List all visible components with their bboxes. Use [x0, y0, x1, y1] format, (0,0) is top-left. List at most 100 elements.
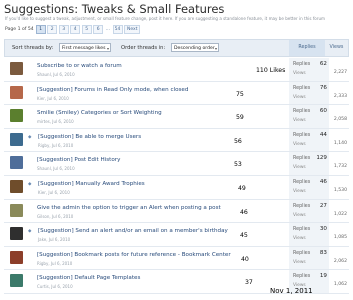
replies-label: Replies [293, 85, 311, 91]
replies-cell: Replies 30 [289, 223, 329, 246]
replies-column-header[interactable]: Replies [289, 40, 325, 56]
replies-label: Replies [293, 227, 311, 233]
likes-count: 45 [240, 232, 248, 240]
thread-title[interactable]: Subscribe to or watch a forum [37, 63, 122, 69]
page-link-4[interactable]: 4 [70, 25, 81, 34]
replies-cell: Replies 76 [289, 81, 329, 105]
replies-label: Replies [293, 132, 311, 138]
page-link-3[interactable]: 3 [58, 25, 69, 34]
sort-select[interactable]: First message likes ▾ [59, 43, 111, 52]
views-count: 2,058 [333, 117, 347, 123]
replies-count: 30 [319, 226, 327, 233]
thread-row[interactable]: [Suggestion] Forums in Read Only mode, w… [4, 81, 349, 106]
order-label: Order threads in: [121, 45, 166, 51]
likes-count: 53 [234, 161, 242, 169]
likes-count: 75 [236, 90, 244, 98]
views-count: 1,022 [333, 211, 347, 217]
chevron-down-icon: ▾ [214, 46, 217, 51]
sticky-icon: ◆ [28, 229, 32, 235]
page-title: Suggestions: Tweaks & Small Features [4, 2, 225, 16]
sticky-icon: ◆ [28, 181, 32, 187]
avatar[interactable] [10, 132, 23, 146]
thread-row[interactable]: [Suggestion] Post Edit History Shaunl, Ju… [4, 152, 349, 176]
replies-cell: Replies 62 [289, 58, 329, 81]
avatar[interactable] [10, 85, 23, 99]
page-count-label: Page 1 of 54 [5, 27, 34, 32]
thread-title[interactable]: Give the admin the option to trigger an … [37, 205, 221, 211]
sort-select-value: First message likes [62, 46, 106, 51]
replies-label: Replies [293, 156, 311, 162]
thread-title[interactable]: [Suggestion] Default Page Templates [37, 275, 140, 281]
thread-row[interactable]: Subscribe to or watch a forum Shaunl, Jul… [4, 58, 349, 82]
replies-count: 19 [319, 273, 327, 280]
thread-meta: Gilson, Jul 6, 2010 [37, 213, 74, 219]
thread-title[interactable]: [Suggestion] Manually Award Trophies [38, 181, 145, 187]
views-count: 2,333 [333, 93, 347, 99]
page-link-1[interactable]: 1 [35, 25, 46, 34]
views-label: Views [293, 165, 306, 171]
thread-row[interactable]: ◆ [Suggestion] Be able to merge Users Rigb… [4, 128, 349, 153]
thread-title[interactable]: [Suggestion] Post Edit History [37, 157, 120, 163]
replies-label: Replies [293, 62, 311, 67]
forum-description: If you'd like to suggest a tweak, adjust… [5, 16, 326, 21]
likes-count: 49 [238, 184, 246, 192]
avatar[interactable] [10, 227, 23, 241]
thread-meta: Curtis, Jul 6, 2010 [37, 284, 73, 290]
thread-title[interactable]: [Suggestion] Bookmark posts for future r… [37, 252, 231, 258]
avatar[interactable] [10, 203, 23, 217]
replies-count: 44 [319, 131, 327, 138]
thread-list: Subscribe to or watch a forum Shaunl, Jul… [4, 58, 349, 294]
thread-title[interactable]: [Suggestion] Forums in Read Only mode, w… [37, 87, 188, 93]
likes-count: 59 [236, 114, 244, 122]
views-count: 2,062 [333, 258, 347, 264]
thread-meta: Jake, Jul 6, 2010 [38, 237, 71, 243]
views-label: Views [293, 94, 306, 100]
thread-meta: Rigby, Jul 6, 2010 [38, 142, 74, 148]
page-link-6[interactable]: 6 [93, 25, 104, 34]
replies-count: 76 [319, 84, 327, 91]
views-count: 1,530 [333, 187, 347, 193]
avatar[interactable] [10, 62, 23, 75]
thread-title[interactable]: [Suggestion] Be able to merge Users [38, 134, 141, 140]
thread-meta: Shaunl, Jul 6, 2010 [37, 72, 75, 77]
avatar[interactable] [10, 179, 23, 193]
replies-count: 83 [319, 249, 327, 256]
views-count: 1,062 [333, 282, 347, 288]
views-count: 1,732 [333, 164, 347, 170]
thread-row[interactable]: Give the admin the option to trigger an … [4, 199, 349, 224]
page-link-last[interactable]: 54 [112, 25, 123, 34]
replies-cell: Replies 44 [289, 128, 329, 152]
thread-meta: Kier, Jul 6, 2010 [38, 189, 70, 195]
views-count: 1,140 [333, 140, 347, 146]
chevron-down-icon: ▾ [106, 46, 109, 51]
avatar[interactable] [10, 109, 23, 123]
thread-title[interactable]: [Suggestion] Send an alert and/or an ema… [38, 228, 228, 234]
likes-count: 56 [234, 137, 242, 145]
thread-meta: Shaunl, Jul 6, 2010 [37, 166, 75, 172]
views-label: Views [293, 259, 306, 265]
views-label: Views [293, 188, 306, 194]
replies-count: 46 [319, 178, 327, 185]
avatar[interactable] [10, 250, 23, 264]
views-column-header[interactable]: Views [325, 40, 348, 56]
thread-row[interactable]: ◆ [Suggestion] Manually Award Trophies Kie… [4, 175, 349, 200]
replies-cell: Replies 129 [289, 152, 329, 175]
next-page-button[interactable]: Next [124, 25, 141, 34]
avatar[interactable] [10, 274, 23, 288]
replies-label: Replies [293, 274, 311, 280]
likes-count: 40 [241, 255, 249, 263]
avatar[interactable] [10, 156, 23, 170]
replies-count: 62 [319, 61, 327, 67]
page-link-5[interactable]: 5 [81, 25, 92, 34]
thread-row[interactable]: ◆ [Suggestion] Send an alert and/or an em… [4, 223, 349, 247]
thread-row[interactable]: Smilie (Smiley) Categories or Sort Weigh… [4, 105, 349, 129]
sticky-icon: ◆ [28, 134, 32, 140]
thread-title[interactable]: Smilie (Smiley) Categories or Sort Weigh… [37, 110, 162, 116]
replies-count: 60 [319, 108, 327, 115]
thread-meta: mirtes, Jul 6, 2010 [37, 119, 74, 125]
order-select[interactable]: Descending order ▾ [171, 43, 219, 52]
thread-row[interactable]: [Suggestion] Bookmark posts for future r… [4, 246, 349, 271]
page-link-2[interactable]: 2 [47, 25, 58, 34]
replies-cell: Replies 46 [289, 175, 329, 199]
likes-count: 110 Likes [256, 67, 286, 74]
